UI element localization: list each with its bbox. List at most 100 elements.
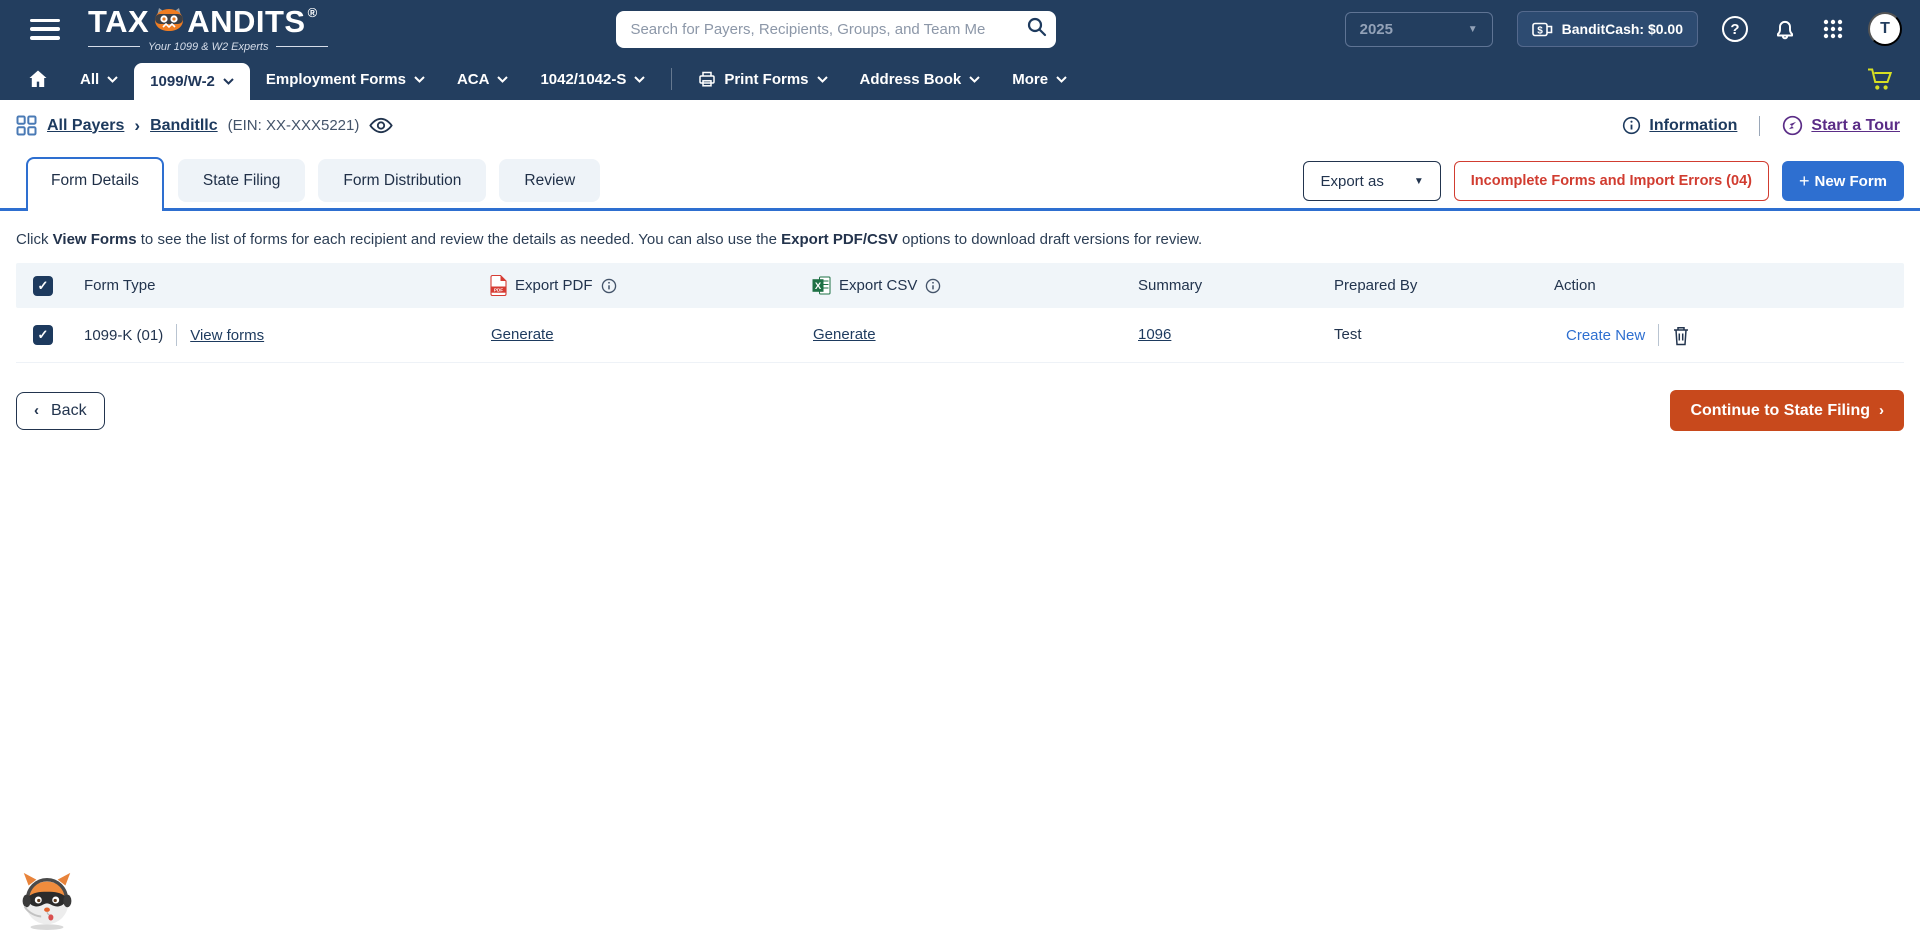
tabs-underline (0, 208, 1920, 211)
nav-item-all[interactable]: All (64, 58, 134, 100)
chevron-down-icon (223, 78, 234, 85)
pdf-file-icon: PDF (490, 275, 507, 296)
nav-item-more[interactable]: More (996, 58, 1083, 100)
chevron-down-icon (969, 75, 980, 83)
nav-item-aca[interactable]: ACA (441, 58, 525, 100)
view-forms-link[interactable]: View forms (190, 327, 264, 344)
form-type-cell: 1099-K (01) View forms (68, 324, 480, 346)
user-avatar[interactable]: T (1868, 12, 1902, 46)
svg-text:PDF: PDF (494, 287, 503, 292)
instruction-text: Click View Forms to see the list of form… (16, 231, 1203, 248)
info-icon[interactable] (601, 278, 617, 294)
svg-text:$: $ (1537, 25, 1543, 36)
nav-item-1099-w2[interactable]: 1099/W-2 (134, 63, 250, 100)
export-as-dropdown[interactable]: Export as ▼ (1303, 161, 1441, 201)
apps-grid-icon[interactable] (1822, 18, 1844, 40)
nav-item-address-book[interactable]: Address Book (844, 58, 997, 100)
column-header-export-csv: X Export CSV (802, 276, 1126, 295)
new-form-button[interactable]: + New Form (1781, 161, 1904, 201)
chevron-down-icon (816, 75, 828, 83)
start-a-tour-link[interactable]: Start a Tour (1811, 117, 1900, 135)
chevron-right-icon: › (1879, 402, 1884, 419)
generate-pdf-link[interactable]: Generate (491, 326, 554, 343)
breadcrumb-separator: › (134, 115, 141, 135)
owl-mascot-icon (152, 7, 186, 38)
new-form-label: New Form (1814, 172, 1887, 190)
delete-trash-icon[interactable] (1672, 325, 1690, 346)
export-as-label: Export as (1320, 172, 1384, 190)
eye-icon[interactable] (369, 117, 394, 134)
tax-year-value: 2025 (1359, 20, 1393, 38)
divider (1658, 324, 1660, 346)
bandit-cash-label: BanditCash: $0.00 (1561, 21, 1683, 37)
forms-table: ✓ Form Type PDF Export PDF X Export CSV … (16, 263, 1904, 363)
notifications-bell-icon[interactable] (1772, 16, 1798, 42)
logo-tagline: Your 1099 & W2 Experts (88, 41, 329, 53)
back-label: Back (51, 401, 87, 419)
column-header-form-type: Form Type (84, 277, 156, 294)
taxbandits-app: TAX ANDITS ® Your 1099 & W2 Experts Sear… (0, 0, 1920, 945)
search-input[interactable] (616, 10, 1057, 48)
tab-state-filing[interactable]: State Filing (177, 159, 306, 202)
tour-compass-icon (1783, 115, 1803, 136)
row-checkbox[interactable]: ✓ (33, 325, 53, 345)
info-circle-icon (1623, 116, 1641, 135)
dashboard-grid-icon[interactable] (16, 115, 37, 136)
divider (1759, 115, 1761, 136)
avatar-initial: T (1880, 20, 1890, 37)
printer-icon (699, 71, 716, 87)
cart-icon[interactable] (1867, 58, 1902, 100)
summary-1096-link[interactable]: 1096 (1138, 326, 1171, 343)
tab-form-details[interactable]: Form Details (26, 157, 164, 211)
global-search (616, 10, 1057, 48)
chevron-down-icon (107, 75, 118, 83)
toolbar: Export as ▼ Incomplete Forms and Import … (1303, 161, 1904, 201)
nav-item-1042[interactable]: 1042/1042-S (524, 58, 661, 100)
chevron-down-icon (1056, 75, 1067, 83)
mascot-chat-widget[interactable] (16, 868, 78, 935)
tax-year-dropdown[interactable]: 2025 ▼ (1344, 11, 1493, 47)
continue-to-state-filing-button[interactable]: Continue to State Filing › (1670, 390, 1904, 431)
nav-item-employment-forms[interactable]: Employment Forms (250, 58, 441, 100)
bandit-cash-button[interactable]: $ BanditCash: $0.00 (1516, 11, 1698, 47)
generate-csv-link[interactable]: Generate (813, 326, 876, 343)
footer-actions: ‹ Back Continue to State Filing › (16, 390, 1904, 431)
chevron-down-icon (634, 75, 646, 83)
column-header-summary: Summary (1138, 277, 1203, 294)
form-type-value: 1099-K (01) (84, 326, 164, 344)
logo-wordmark: TAX ANDITS ® (88, 6, 328, 38)
create-new-link[interactable]: Create New (1566, 327, 1645, 344)
primary-nav: All 1099/W-2 Employment Forms ACA 1042/1… (0, 58, 1920, 100)
back-button[interactable]: ‹ Back (16, 391, 105, 430)
continue-label: Continue to State Filing (1690, 401, 1870, 419)
svg-text:X: X (815, 281, 822, 292)
search-icon[interactable] (1026, 16, 1048, 41)
breadcrumb-all-payers[interactable]: All Payers (47, 117, 124, 135)
breadcrumb-actions: Information Start a Tour (1622, 115, 1900, 136)
breadcrumb-payer-name[interactable]: Banditllc (150, 117, 218, 135)
table-row: ✓ 1099-K (01) View forms Generate Genera… (16, 308, 1904, 363)
nav-item-print-forms[interactable]: Print Forms (682, 58, 843, 100)
top-header: TAX ANDITS ® Your 1099 & W2 Experts Sear… (0, 0, 1920, 58)
tab-form-distribution[interactable]: Form Distribution (318, 159, 487, 202)
select-all-checkbox[interactable]: ✓ (33, 275, 53, 296)
table-header-row: ✓ Form Type PDF Export PDF X Export CSV … (16, 263, 1904, 308)
hamburger-menu-icon[interactable] (30, 18, 60, 40)
column-header-prepared-by: Prepared By (1334, 277, 1418, 294)
chevron-down-icon (497, 75, 509, 83)
registered-mark: ® (307, 4, 318, 20)
prepared-by-value: Test (1334, 326, 1362, 343)
information-link[interactable]: Information (1649, 117, 1737, 135)
help-icon[interactable]: ? (1722, 16, 1748, 42)
wallet-icon: $ (1531, 22, 1552, 36)
column-header-action: Action (1554, 277, 1596, 294)
tabs-strip: Form Details State Filing Form Distribut… (0, 155, 1920, 211)
info-icon[interactable] (925, 278, 941, 294)
taxbandits-logo[interactable]: TAX ANDITS ® Your 1099 & W2 Experts (88, 6, 329, 53)
incomplete-forms-button[interactable]: Incomplete Forms and Import Errors (04) (1453, 161, 1769, 201)
home-icon[interactable] (18, 58, 64, 100)
breadcrumb-row: All Payers › Banditllc (EIN: XX-XXX5221)… (0, 100, 1920, 145)
caret-down-icon: ▼ (1413, 175, 1424, 187)
tab-review[interactable]: Review (499, 159, 601, 202)
chevron-down-icon (414, 75, 425, 83)
